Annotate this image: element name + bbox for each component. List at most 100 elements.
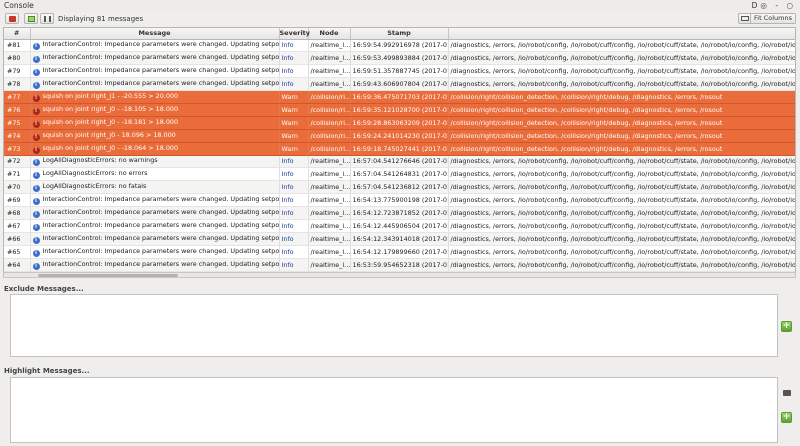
table-row[interactable]: #66 i InteractionControl: Impedance parame… <box>4 232 795 246</box>
row-stamp: 16:59:24.241014230 (2017-01-12) <box>350 129 449 143</box>
highlight-filter-list[interactable] <box>10 377 778 443</box>
highlight-options-button[interactable] <box>781 389 792 398</box>
col-header-message[interactable]: Message <box>30 28 280 40</box>
row-number: #71 <box>4 167 31 182</box>
table-row[interactable]: #79 i InteractionControl: Impedance parame… <box>4 64 795 79</box>
row-message-text: InteractionControl: Impedance parameters… <box>42 40 279 49</box>
table-row[interactable]: #80 i InteractionControl: Impedance parame… <box>4 51 795 66</box>
table-row[interactable]: #81 i InteractionControl: Impedance parame… <box>4 39 795 53</box>
row-message: i InteractionControl: Impedance parameter… <box>30 64 280 79</box>
fit-columns-button[interactable]: Fit Columns <box>750 13 796 24</box>
row-node: /realtime_l... <box>308 193 351 208</box>
row-stamp: 16:59:36.475071703 (2017-01-12) <box>350 90 449 104</box>
table-row[interactable]: #74! squish on joint right_j0 - 18.096 > … <box>4 129 795 143</box>
info-icon: i <box>32 185 40 193</box>
row-message-text: InteractionControl: Impedance parameters… <box>42 220 279 229</box>
row-severity: Info <box>279 232 309 246</box>
col-header-topics[interactable] <box>448 28 795 40</box>
row-topics: /collision/right/collision_detection, /c… <box>448 90 795 104</box>
row-node: /realtime_l... <box>308 39 351 53</box>
window-title: Console <box>4 1 34 10</box>
table-row[interactable]: #75! squish on joint right_j0 - -18.181 >… <box>4 116 795 130</box>
row-message: i InteractionControl: Impedance parameter… <box>30 245 280 259</box>
table-row[interactable]: #64 i InteractionControl: Impedance parame… <box>4 258 795 272</box>
table-row[interactable]: #78 i InteractionControl: Impedance parame… <box>4 77 795 92</box>
table-row[interactable]: #70 i LogAllDiagnosticErrors: no fatals Inf… <box>4 180 795 195</box>
row-topics: /diagnostics, /errors, /io/robot/config,… <box>448 167 795 182</box>
row-number: #67 <box>4 219 31 233</box>
row-topics: /diagnostics, /errors, /io/robot/config,… <box>448 232 795 246</box>
row-message: i LogAllDiagnosticErrors: no errors <box>30 167 280 182</box>
plus-icon: + <box>782 412 791 422</box>
window-controls[interactable]: D◎ - ○ <box>752 1 796 10</box>
messages-table[interactable]: # Message Severity Node Stamp #81 i Intera… <box>3 27 796 278</box>
col-header-stamp[interactable]: Stamp <box>350 28 449 40</box>
row-topics: /collision/right/collision_detection, /c… <box>448 103 795 117</box>
scrollbar-thumb[interactable] <box>38 274 178 277</box>
table-row[interactable]: #73! squish on joint right_j0 - -18.064 >… <box>4 142 795 156</box>
row-node: /realtime_l... <box>308 206 351 220</box>
row-node: /realtime_l... <box>308 64 351 79</box>
row-number: #78 <box>4 77 31 92</box>
table-row[interactable]: #65 i InteractionControl: Impedance parame… <box>4 245 795 259</box>
table-row[interactable]: #67 i InteractionControl: Impedance parame… <box>4 219 795 233</box>
row-message-text: squish on joint right_j0 - -18.181 > 18.… <box>42 117 179 126</box>
columns-icon <box>43 15 51 22</box>
row-stamp: 16:57:04.541264831 (2017-01-12) <box>350 167 449 182</box>
row-message: ! squish on joint right_j0 - -18.181 > 18… <box>30 116 280 130</box>
table-row[interactable]: #77! squish on joint right_j1 - -20.555 >… <box>4 90 795 104</box>
info-icon: i <box>32 172 40 180</box>
row-message-text: InteractionControl: Impedance parameters… <box>42 259 279 268</box>
table-row[interactable]: #71 i LogAllDiagnosticErrors: no errors Inf… <box>4 167 795 182</box>
row-node: /collision/ri... <box>308 90 351 104</box>
row-stamp: 16:54:13.775900198 (2017-01-12) <box>350 193 449 208</box>
col-header-num[interactable]: # <box>4 28 31 40</box>
pause-button[interactable] <box>5 13 19 24</box>
col-header-node[interactable]: Node <box>308 28 351 40</box>
row-node: /collision/ri... <box>308 129 351 143</box>
table-row[interactable]: #76! squish on joint right_j0 - -18.105 >… <box>4 103 795 117</box>
row-number: #76 <box>4 103 31 117</box>
add-highlight-filter-button[interactable]: + <box>781 412 792 423</box>
row-stamp: 16:54:12.723871852 (2017-01-12) <box>350 206 449 220</box>
row-number: #79 <box>4 64 31 79</box>
row-severity: Warn <box>279 116 309 130</box>
row-topics: /diagnostics, /errors, /io/robot/config,… <box>448 193 795 208</box>
row-message-text: squish on joint right_j1 - -20.555 > 20.… <box>42 92 179 100</box>
plus-icon: + <box>782 321 791 331</box>
clear-button[interactable] <box>24 13 38 24</box>
row-stamp: 16:59:28.863063209 (2017-01-12) <box>350 116 449 130</box>
row-message-text: InteractionControl: Impedance parameters… <box>42 66 279 75</box>
row-node: /realtime_l... <box>308 180 351 195</box>
row-number: #73 <box>4 142 31 156</box>
row-number: #77 <box>4 90 31 104</box>
highlight-messages-label: Highlight Messages... <box>4 367 90 375</box>
columns-button[interactable] <box>40 13 54 24</box>
warning-icon: ! <box>32 95 40 102</box>
row-node: /realtime_l... <box>308 51 351 66</box>
horizontal-scrollbar[interactable] <box>3 272 796 278</box>
row-number: #68 <box>4 206 31 220</box>
add-exclude-filter-button[interactable]: + <box>781 321 792 332</box>
row-topics: /diagnostics, /errors, /io/robot/config,… <box>448 206 795 220</box>
row-topics: /diagnostics, /errors, /io/robot/config,… <box>448 258 795 272</box>
row-topics: /diagnostics, /errors, /io/robot/config,… <box>448 51 795 66</box>
row-number: #74 <box>4 129 31 143</box>
info-icon: i <box>32 56 40 64</box>
row-severity: Info <box>279 258 309 272</box>
row-number: #69 <box>4 193 31 208</box>
table-row[interactable]: #68 i InteractionControl: Impedance parame… <box>4 206 795 220</box>
row-message: ! squish on joint right_j1 - -20.555 > 20… <box>30 90 280 104</box>
exclude-filter-list[interactable] <box>10 294 778 357</box>
row-message-text: squish on joint right_j0 - 18.096 > 18.0… <box>42 130 176 139</box>
row-severity: Info <box>279 51 309 66</box>
row-severity: Info <box>279 193 309 208</box>
table-row[interactable]: #72 i LogAllDiagnosticErrors: no warnings I… <box>4 155 795 169</box>
table-row[interactable]: #69 i InteractionControl: Impedance parame… <box>4 193 795 208</box>
row-topics: /collision/right/collision_detection, /c… <box>448 142 795 156</box>
row-message-text: InteractionControl: Impedance parameters… <box>42 208 279 217</box>
row-node: /realtime_l... <box>308 245 351 259</box>
row-message-text: LogAllDiagnosticErrors: no warnings <box>42 156 158 165</box>
col-header-severity[interactable]: Severity <box>279 28 310 40</box>
row-message: i InteractionControl: Impedance parameter… <box>30 51 280 66</box>
